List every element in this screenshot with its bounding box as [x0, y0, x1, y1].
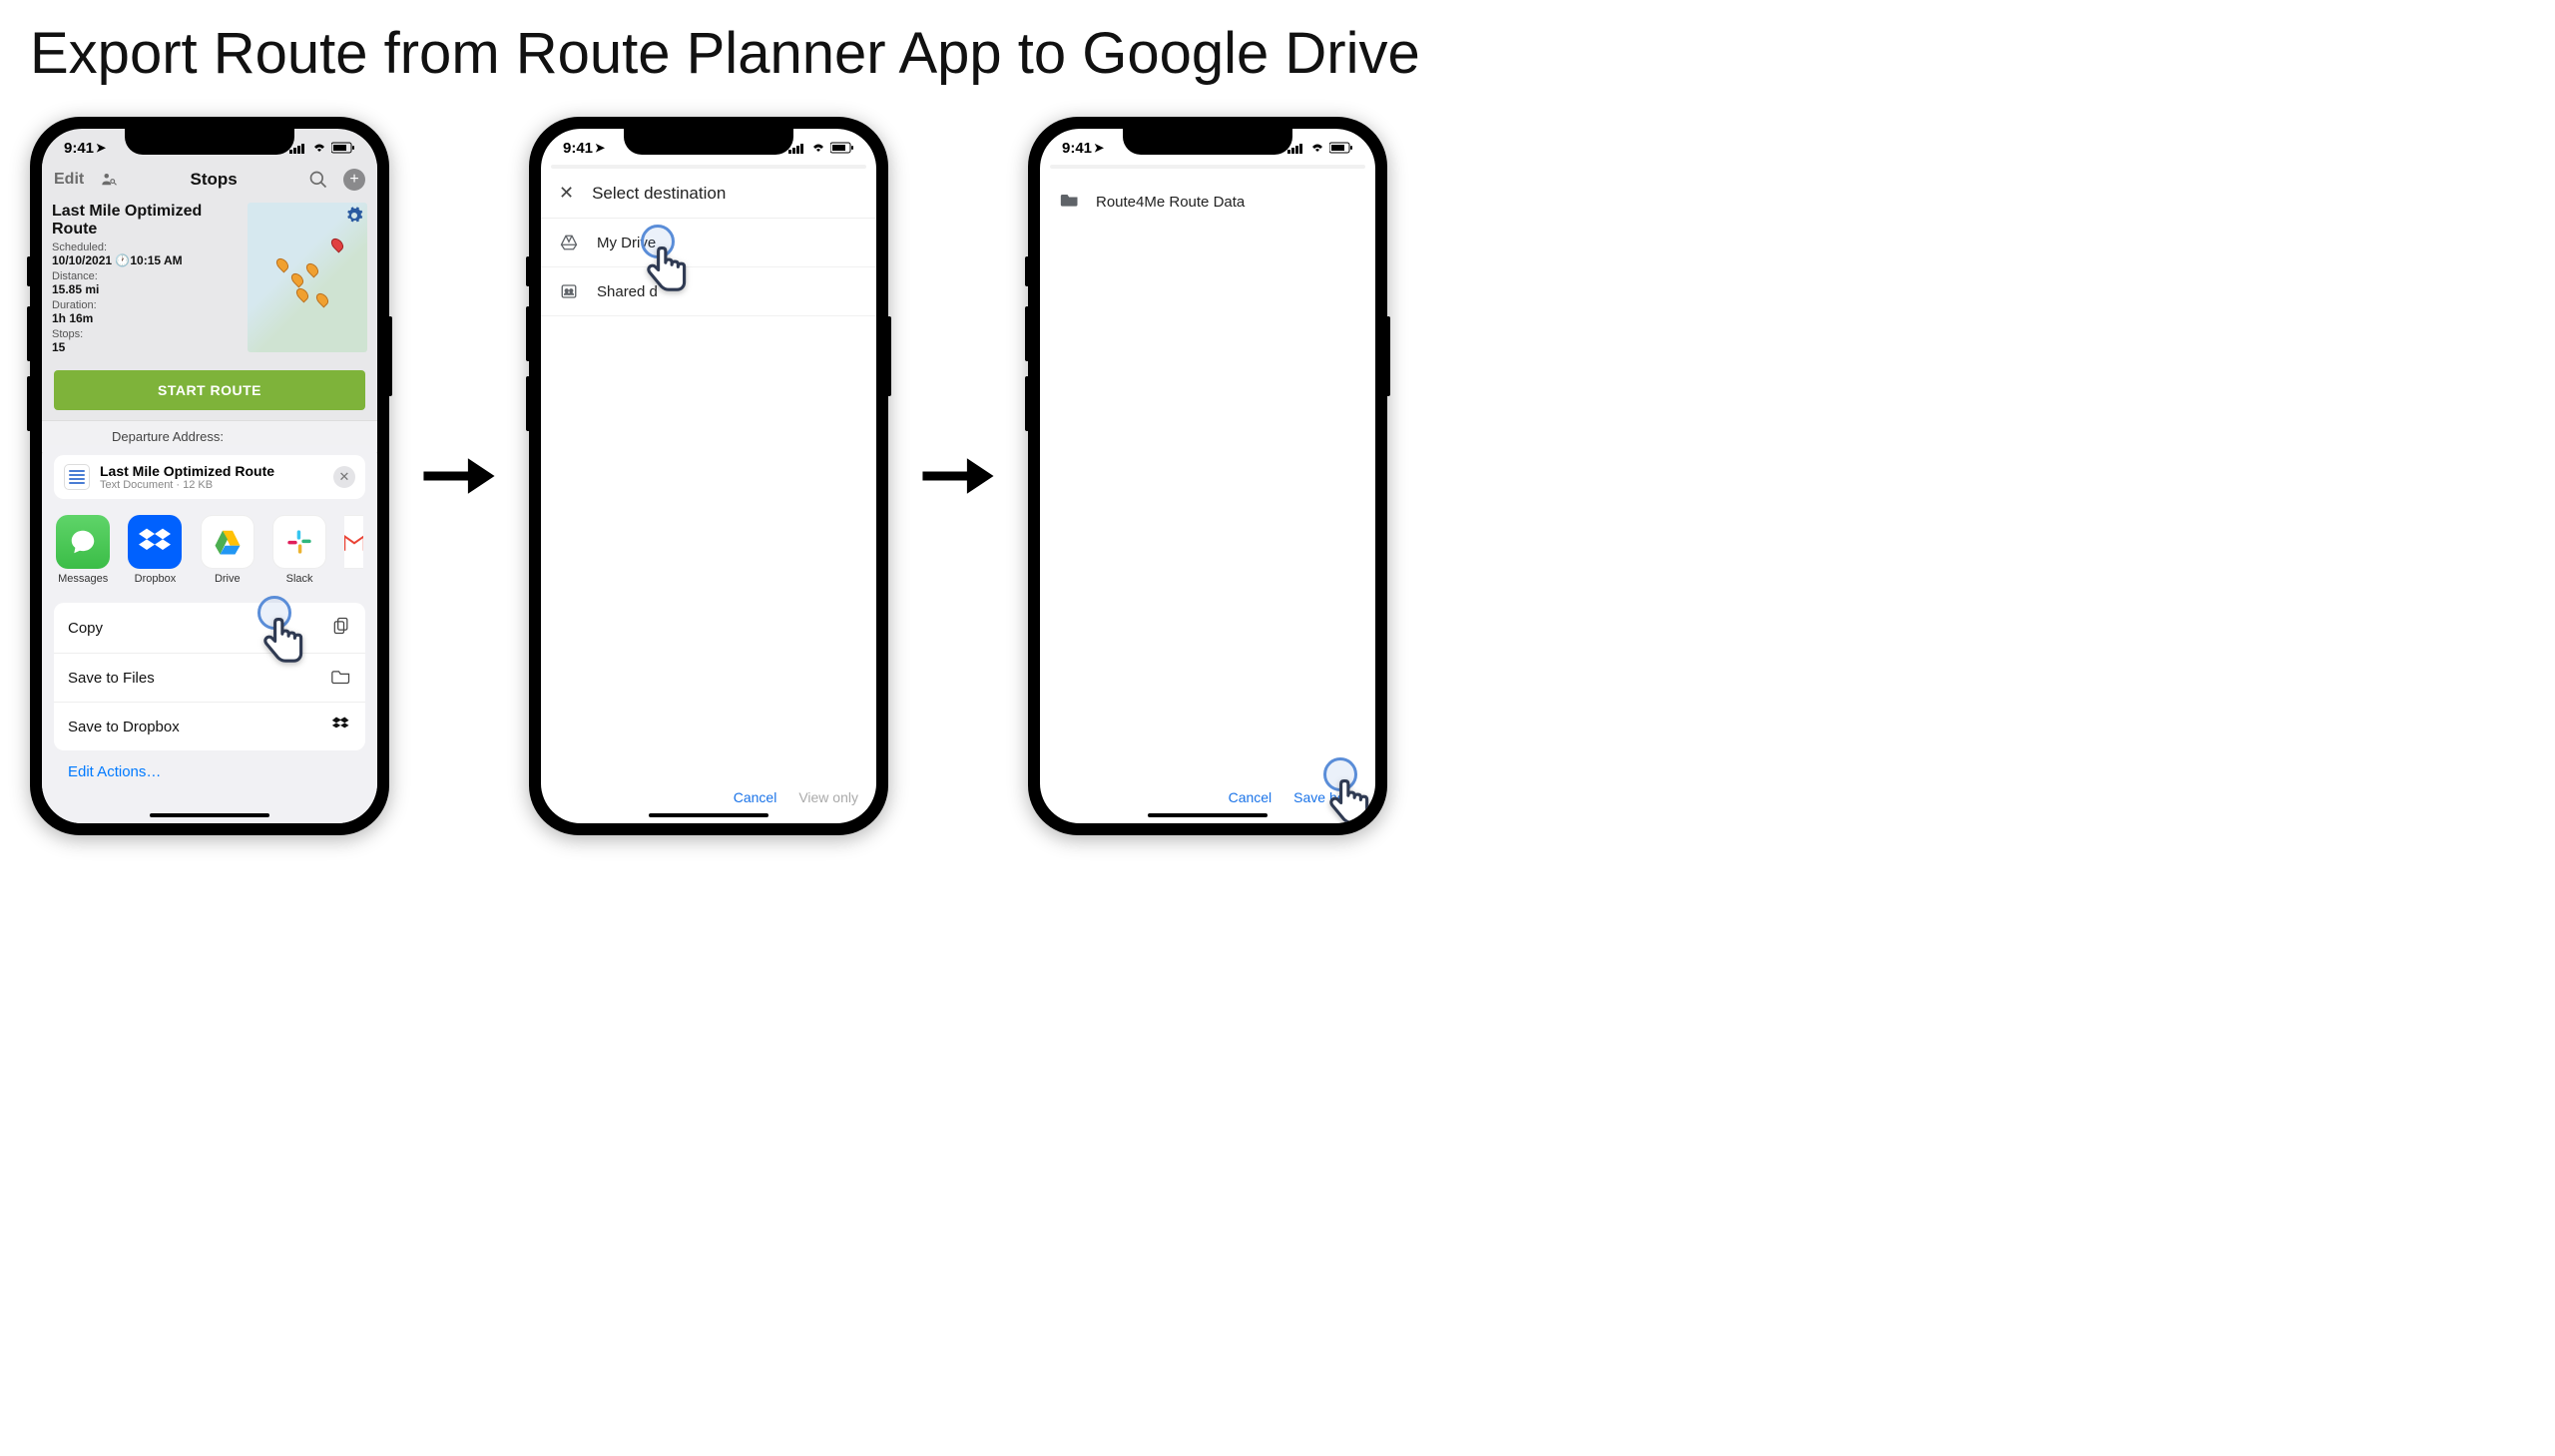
add-button[interactable]: + [343, 169, 365, 191]
edit-button[interactable]: Edit [54, 171, 84, 189]
stops-label: Stops: [52, 328, 248, 340]
location-icon: ➤ [96, 141, 106, 155]
distance-label: Distance: [52, 270, 248, 282]
arrow-icon [918, 446, 998, 506]
phone-2: 9:41 ➤ ✕ Select destination My Drive [529, 117, 888, 835]
share-apps-row: Messages Dropbox Drive [42, 499, 377, 593]
search-icon[interactable] [307, 169, 329, 191]
drive-icon [559, 233, 579, 252]
share-sheet: Last Mile Optimized Route Text Document … [42, 445, 377, 823]
app-label: Drive [215, 573, 241, 585]
drive-footer: Cancel View only [734, 789, 858, 805]
drive-row-label: My Drive [597, 235, 656, 251]
scheduled-time: 10:15 AM [130, 253, 182, 267]
duration-label: Duration: [52, 299, 248, 311]
share-file-card: Last Mile Optimized Route Text Document … [54, 455, 365, 499]
messages-icon [56, 515, 110, 569]
action-save-to-files[interactable]: Save to Files [54, 654, 365, 703]
edit-actions-link[interactable]: Edit Actions… [42, 750, 377, 793]
action-copy[interactable]: Copy [54, 603, 365, 654]
folder-icon [1060, 191, 1080, 213]
close-icon[interactable]: ✕ [333, 466, 355, 488]
folder-icon [331, 667, 351, 689]
status-icons [788, 142, 854, 154]
share-actions-list: Copy Save to Files Save to Dropbox [54, 603, 365, 750]
distance-value: 15.85 mi [52, 282, 248, 296]
gear-icon[interactable] [345, 207, 363, 230]
view-only-button: View only [798, 789, 858, 805]
phone-1: 9:41 ➤ Edit Stops [30, 117, 389, 835]
close-icon[interactable]: ✕ [559, 183, 574, 204]
scheduled-date: 10/10/2021 [52, 253, 112, 267]
phone-3: 9:41 ➤ Route4Me Route Data Cancel Save h [1028, 117, 1387, 835]
slack-icon [272, 515, 326, 569]
app-slack[interactable]: Slack [272, 515, 326, 585]
page-title: Export Route from Route Planner App to G… [30, 20, 2525, 87]
folder-name: Route4Me Route Data [1096, 194, 1245, 211]
share-file-name: Last Mile Optimized Route [100, 463, 323, 479]
person-icon[interactable] [98, 169, 120, 191]
drive-header: ✕ Select destination [541, 169, 876, 219]
map-thumbnail[interactable] [248, 203, 367, 352]
start-route-button[interactable]: START ROUTE [54, 370, 365, 410]
route-header: Last Mile Optimized Route Scheduled: 10/… [42, 197, 377, 364]
status-icons [289, 142, 355, 154]
save-here-button[interactable]: Save here [1293, 789, 1357, 805]
app-drive[interactable]: Drive [201, 515, 255, 585]
copy-icon [331, 616, 351, 640]
drive-folder-row[interactable]: Route4Me Route Data [1040, 169, 1375, 235]
clock-icon: 🕐 [115, 253, 130, 267]
scheduled-label: Scheduled: [52, 242, 248, 253]
nav-title: Stops [190, 170, 237, 190]
action-label: Save to Dropbox [68, 719, 180, 735]
drive-footer: Cancel Save here [1229, 789, 1357, 805]
app-messages[interactable]: Messages [56, 515, 110, 585]
status-icons [1287, 142, 1353, 154]
drive-row-label: Shared d [597, 283, 658, 300]
status-time: 9:41 [563, 140, 593, 157]
dropbox-icon [331, 716, 351, 737]
stops-value: 15 [52, 340, 248, 354]
app-nav-bar: Edit Stops + [42, 163, 377, 197]
action-label: Copy [68, 620, 103, 637]
app-label: Slack [286, 573, 313, 585]
document-icon [64, 464, 90, 490]
status-time: 9:41 [1062, 140, 1092, 157]
gmail-icon [344, 515, 363, 569]
phones-row: 9:41 ➤ Edit Stops [30, 117, 2525, 835]
status-time: 9:41 [64, 140, 94, 157]
location-icon: ➤ [595, 141, 605, 155]
location-icon: ➤ [1094, 141, 1104, 155]
drive-header-title: Select destination [592, 184, 726, 204]
drive-row-mydrive[interactable]: My Drive [541, 219, 876, 267]
cancel-button[interactable]: Cancel [1229, 789, 1273, 805]
app-gmail[interactable] [344, 515, 363, 585]
app-label: Dropbox [135, 573, 177, 585]
arrow-icon [419, 446, 499, 506]
route-name: Last Mile Optimized Route [52, 203, 248, 239]
app-dropbox[interactable]: Dropbox [128, 515, 182, 585]
share-file-meta: Text Document · 12 KB [100, 479, 323, 491]
duration-value: 1h 16m [52, 311, 248, 325]
action-save-to-dropbox[interactable]: Save to Dropbox [54, 703, 365, 750]
cancel-button[interactable]: Cancel [734, 789, 777, 805]
action-label: Save to Files [68, 670, 155, 687]
shared-drives-icon [559, 281, 579, 301]
drive-icon [201, 515, 255, 569]
dropbox-icon [128, 515, 182, 569]
drive-row-shared[interactable]: Shared d [541, 267, 876, 316]
app-label: Messages [58, 573, 108, 585]
